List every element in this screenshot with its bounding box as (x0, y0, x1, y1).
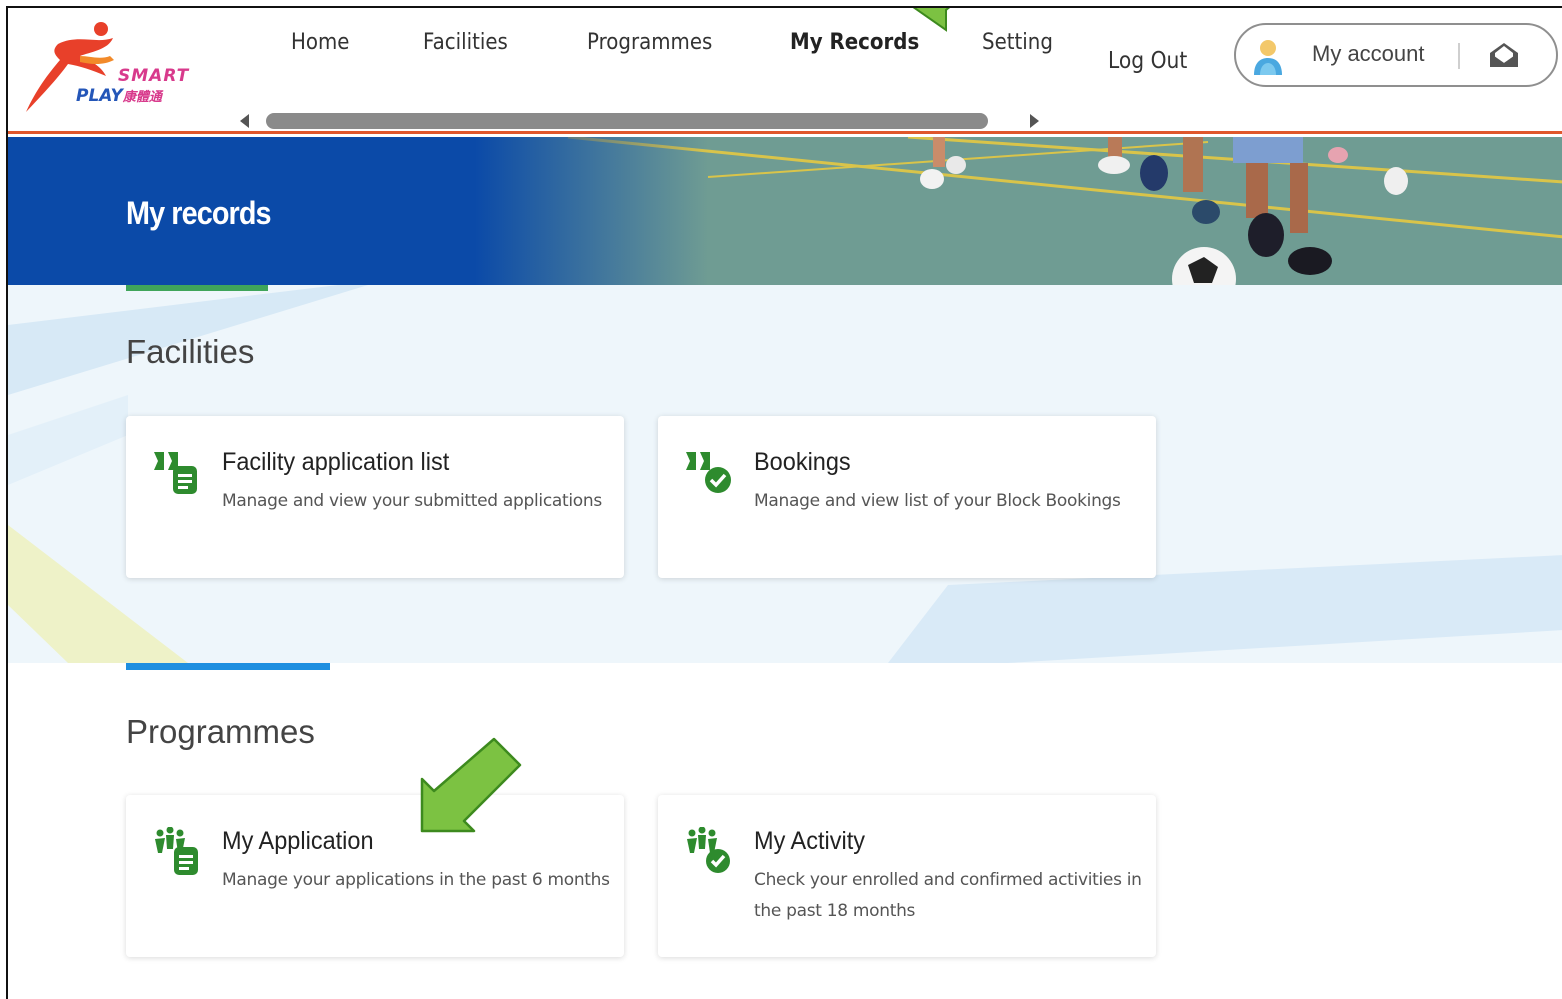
card-my-application[interactable]: My Application Manage your applications … (126, 795, 624, 957)
mail-envelope-icon[interactable] (1488, 41, 1520, 69)
annotation-arrow-icon (420, 737, 522, 833)
scroll-left-arrow-icon[interactable] (240, 114, 249, 128)
facility-application-icon (154, 452, 197, 494)
page-title: My records (126, 195, 272, 231)
user-avatar-icon (1254, 40, 1282, 75)
card-title: My Application (222, 827, 374, 855)
nav-home[interactable]: Home (291, 30, 349, 55)
logout-link[interactable]: Log Out (1108, 48, 1187, 74)
card-title: My Activity (754, 827, 865, 855)
account-divider (1458, 43, 1460, 69)
card-bookings[interactable]: Bookings Manage and view list of your Bl… (658, 416, 1156, 578)
logo-chinese-text: 康體通 (122, 90, 162, 105)
card-my-activity[interactable]: My Activity Check your enrolled and conf… (658, 795, 1156, 957)
my-account-button[interactable]: My account (1234, 23, 1558, 87)
facilities-section-title: Facilities (126, 333, 255, 370)
card-facility-application-list[interactable]: Facility application list Manage and vie… (126, 416, 624, 578)
card-description: Manage and view list of your Block Booki… (754, 491, 1121, 511)
nav-setting[interactable]: Setting (982, 30, 1053, 55)
my-account-label: My account (1312, 41, 1425, 66)
card-description: Manage your applications in the past 6 m… (222, 870, 610, 890)
facility-booking-check-icon (686, 452, 731, 493)
scroll-right-arrow-icon[interactable] (1030, 114, 1039, 128)
programmes-section-title: Programmes (126, 713, 315, 750)
nav-my-records[interactable]: My Records (790, 30, 919, 55)
nav-facilities[interactable]: Facilities (423, 30, 508, 55)
card-description: Manage and view your submitted applicati… (222, 491, 602, 511)
scroll-thumb[interactable] (266, 113, 988, 129)
programme-application-icon (155, 827, 198, 875)
site-header: SMART PLAY康體通 Home Facilities Programmes… (8, 8, 1562, 134)
nav-scroll-area: Home Facilities Programmes My Records Se… (8, 30, 1053, 90)
card-title: Bookings (754, 448, 851, 476)
programme-activity-check-icon (687, 827, 730, 873)
card-title: Facility application list (222, 448, 450, 476)
nav-programmes[interactable]: Programmes (587, 30, 712, 55)
programmes-accent-bar (126, 663, 330, 670)
card-description: Check your enrolled and confirmed activi… (754, 870, 1142, 921)
facilities-accent-bar (126, 285, 268, 291)
nav-horizontal-scrollbar[interactable] (240, 110, 1040, 130)
annotation-arrow-icon (912, 8, 951, 32)
page-banner: My records (8, 137, 1562, 285)
page-frame: SMART PLAY康體通 Home Facilities Programmes… (6, 6, 1562, 999)
